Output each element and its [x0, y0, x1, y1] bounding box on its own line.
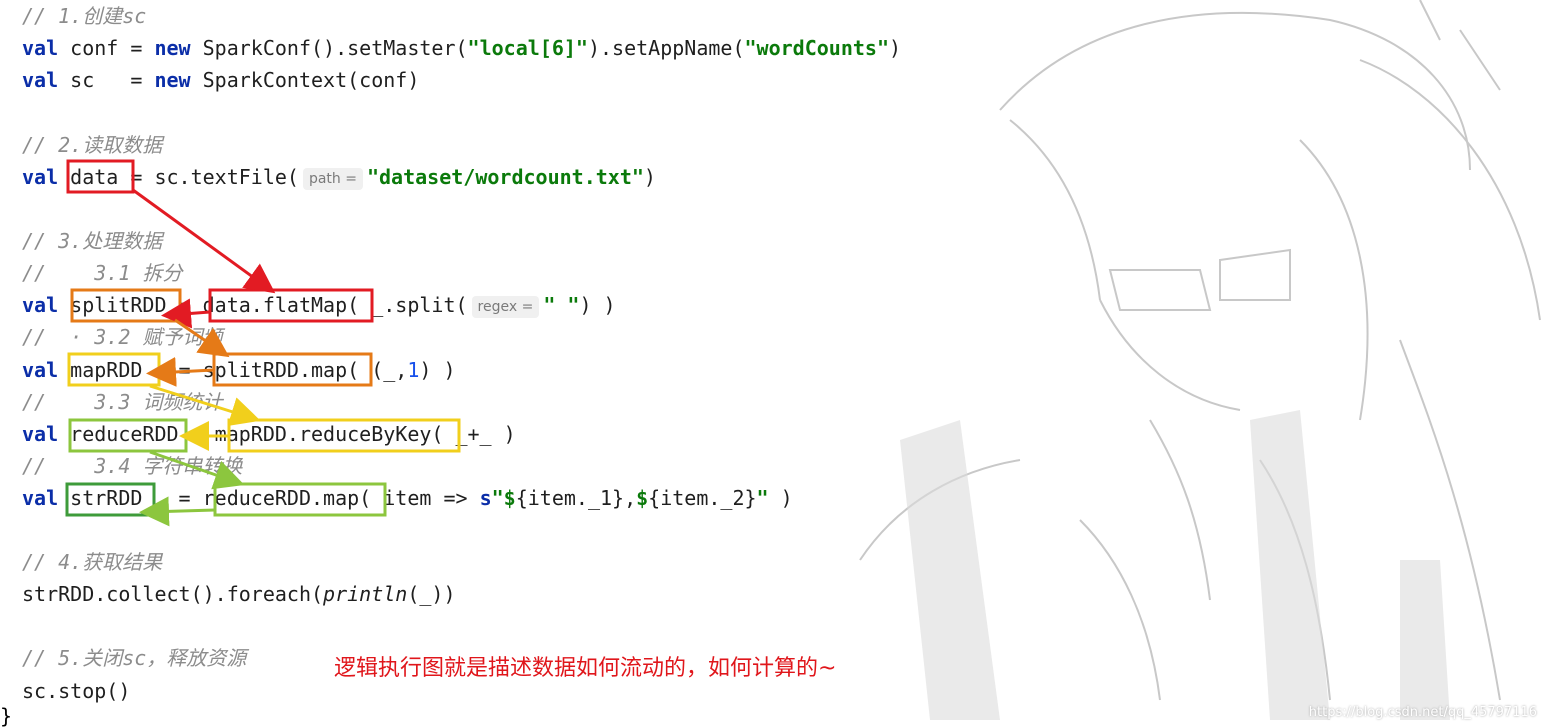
arrow-flatmap-to-splitrdd — [161, 298, 211, 329]
annotation-note: 逻辑执行图就是描述数据如何流动的，如何计算的~ — [334, 656, 837, 681]
arrow-maprdd-to-reducebykey — [149, 384, 261, 427]
box-maprdd-reducebykey — [227, 418, 461, 453]
box-splitrdd — [70, 288, 182, 323]
box-strrdd — [65, 482, 156, 517]
closing-brace: } — [0, 704, 13, 728]
box-maprdd — [67, 352, 161, 387]
arrow-map-to-maprdd — [146, 356, 215, 387]
arrow-splitrdd-to-map — [174, 318, 230, 358]
arrow-reducerdd-to-map — [149, 450, 245, 490]
arrow-data-to-flatmap — [132, 188, 276, 294]
box-data-flatmap — [208, 288, 374, 323]
arrow-map-to-strrdd — [139, 496, 216, 527]
box-data — [66, 159, 135, 194]
dataflow-annotations — [65, 159, 461, 527]
box-reducerdd — [68, 418, 188, 453]
watermark: https://blog.csdn.net/qq_45797116 — [1308, 705, 1537, 720]
box-splitrdd-map — [212, 352, 373, 387]
box-reducerdd-map — [213, 482, 387, 517]
